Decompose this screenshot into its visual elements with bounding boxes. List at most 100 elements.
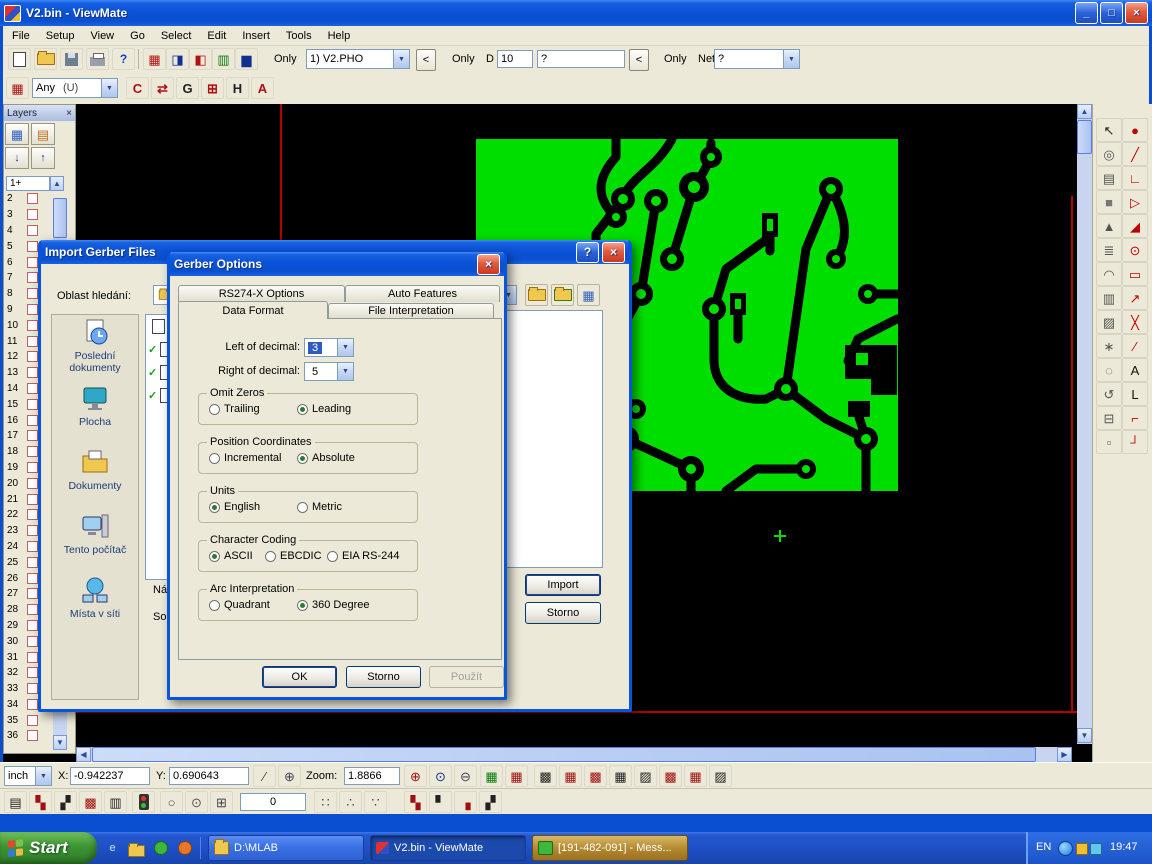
radio-metric[interactable] — [297, 502, 308, 513]
drawing-tool-icon[interactable]: A — [1122, 358, 1148, 382]
layer-color-swatch[interactable] — [27, 573, 38, 584]
drawing-tool-icon[interactable]: ▨ — [1096, 310, 1122, 334]
drawing-tool-icon[interactable]: ▥ — [1096, 286, 1122, 310]
green-app-icon[interactable] — [152, 839, 169, 856]
dot-grid-icon[interactable]: ∷ — [314, 791, 337, 813]
drawing-tool-icon[interactable]: ◢ — [1122, 214, 1148, 238]
radio-english[interactable] — [209, 502, 220, 513]
layer-color-swatch[interactable] — [27, 636, 38, 647]
right-decimal-combo[interactable]: 5 ▼ — [304, 362, 354, 381]
zoom-tool-icon[interactable]: ⊙ — [429, 765, 452, 787]
tab-data-format[interactable]: Data Format — [178, 301, 328, 319]
drawing-tool-icon[interactable]: ▷ — [1122, 190, 1148, 214]
radio-absolute[interactable] — [297, 453, 308, 464]
layer-list-scroll-up-icon[interactable]: ▲ — [50, 176, 64, 191]
layer-color-swatch[interactable] — [27, 257, 38, 268]
drawing-tool-icon[interactable]: ▲ — [1096, 214, 1122, 238]
selection-mode-icon[interactable]: ▦ — [6, 77, 29, 99]
minimize-button[interactable]: _ — [1075, 2, 1098, 24]
menu-item[interactable]: Go — [122, 28, 153, 44]
dcode-input[interactable]: 10 — [497, 50, 533, 68]
new-document-icon[interactable] — [8, 48, 31, 70]
scroll-right-icon[interactable]: ▶ — [1057, 747, 1072, 762]
layer-color-swatch[interactable] — [27, 699, 38, 710]
horizontal-scroll-thumb[interactable] — [92, 747, 1036, 762]
gerber-dialog-titlebar[interactable]: Gerber Options × — [170, 252, 504, 276]
task-button-message[interactable]: [191-482-091] - Mess... — [532, 835, 688, 861]
drawing-tool-icon[interactable]: ◌ — [1096, 358, 1122, 382]
keyboard-language-indicator[interactable]: EN — [1036, 841, 1051, 853]
display-pattern-icon[interactable]: ▩ — [584, 765, 607, 787]
x-coordinate-field[interactable]: -0.942237 — [70, 767, 150, 785]
dot-grid-icon[interactable]: ∵ — [364, 791, 387, 813]
clock[interactable]: 19:47 — [1110, 841, 1138, 853]
radio-ebcdic[interactable] — [265, 551, 276, 562]
radio-trailing[interactable] — [209, 404, 220, 415]
object-type-tool-icon[interactable]: ⇄ — [151, 77, 174, 99]
edit-tool-icon[interactable]: ▥ — [212, 48, 235, 70]
close-button[interactable]: × — [1125, 2, 1148, 24]
layer-list-scroll-down-icon[interactable]: ▼ — [53, 735, 67, 750]
object-type-tool-icon[interactable]: A — [251, 77, 274, 99]
menu-item[interactable]: Insert — [234, 28, 278, 44]
layer-color-swatch[interactable] — [27, 383, 38, 394]
active-layer-field[interactable]: 1+ — [6, 176, 50, 191]
radio-ascii[interactable] — [209, 551, 220, 562]
drawing-tool-icon[interactable]: ▫ — [1096, 430, 1122, 454]
lamp-tool-icon[interactable]: ○ — [160, 791, 183, 813]
layer-color-swatch[interactable] — [27, 509, 38, 520]
chevron-down-icon[interactable]: ▼ — [35, 767, 51, 785]
layer-color-swatch[interactable] — [27, 351, 38, 362]
layer-color-swatch[interactable] — [27, 399, 38, 410]
layers-panel-titlebar[interactable]: Layers × — [4, 105, 75, 121]
layer-color-swatch[interactable] — [27, 320, 38, 331]
menu-item[interactable]: File — [4, 28, 38, 44]
menu-item[interactable]: Help — [320, 28, 359, 44]
layer-color-swatch[interactable] — [27, 588, 38, 599]
restore-button[interactable]: □ — [1100, 2, 1123, 24]
layer-color-swatch[interactable] — [27, 272, 38, 283]
edit-tool-icon[interactable]: ◨ — [166, 48, 189, 70]
dot-grid-icon[interactable]: ∴ — [339, 791, 362, 813]
drawing-tool-icon[interactable]: ◠ — [1096, 262, 1122, 286]
tab-auto-features[interactable]: Auto Features — [345, 285, 500, 302]
drawing-tool-icon[interactable]: ⊟ — [1096, 406, 1122, 430]
zoom-field[interactable]: 1.8866 — [344, 767, 400, 785]
layer-color-swatch[interactable] — [27, 683, 38, 694]
import-cancel-button[interactable]: Storno — [525, 602, 601, 624]
layer-pattern-icon[interactable]: ▗ — [454, 791, 477, 813]
task-button-viewmate[interactable]: V2.bin - ViewMate — [370, 835, 526, 861]
left-decimal-combo[interactable]: 3 ▼ — [304, 338, 354, 357]
up-one-level-icon[interactable] — [525, 284, 548, 306]
menu-item[interactable]: View — [82, 28, 122, 44]
edit-tool-icon[interactable]: ▆ — [235, 48, 258, 70]
only-layer-toggle[interactable]: Only — [274, 53, 297, 65]
zoom-tool-icon[interactable]: ⊕ — [404, 765, 427, 787]
mode-tool-icon[interactable]: ▞ — [54, 791, 77, 813]
layer-color-swatch[interactable] — [27, 667, 38, 678]
only-dcode-toggle[interactable]: Only — [452, 53, 475, 65]
drawing-tool-icon[interactable]: ■ — [1096, 190, 1122, 214]
drawing-tool-icon[interactable]: ∟ — [1122, 166, 1148, 190]
mode-tool-icon[interactable]: ▥ — [104, 791, 127, 813]
drawing-tool-icon[interactable]: ≣ — [1096, 238, 1122, 262]
tab-rs274x-options[interactable]: RS274-X Options — [178, 285, 345, 302]
volume-tray-icon[interactable] — [1090, 843, 1102, 855]
layer-color-swatch[interactable] — [27, 494, 38, 505]
layers-close-icon[interactable]: × — [66, 108, 72, 119]
vertical-scroll-thumb[interactable] — [1077, 120, 1092, 154]
layer-combo[interactable]: 1) V2.PHO ▼ — [306, 49, 410, 69]
layer-color-swatch[interactable] — [27, 541, 38, 552]
radio-eia-rs244[interactable] — [327, 551, 338, 562]
drawing-tool-icon[interactable]: ⌐ — [1122, 406, 1148, 430]
messenger-tray-icon[interactable] — [1058, 841, 1073, 856]
radio-incremental[interactable] — [209, 453, 220, 464]
window-titlebar[interactable]: V2.bin - ViewMate _ □ × — [0, 0, 1152, 26]
layer-color-swatch[interactable] — [27, 462, 38, 473]
edit-tool-icon[interactable]: ▦ — [143, 48, 166, 70]
layer-color-swatch[interactable] — [27, 478, 38, 489]
chevron-down-icon[interactable]: ▼ — [393, 50, 409, 68]
layer-color-swatch[interactable] — [27, 730, 38, 741]
highlight-traffic-icon[interactable] — [132, 791, 155, 813]
drawing-tool-icon[interactable]: ◎ — [1096, 142, 1122, 166]
